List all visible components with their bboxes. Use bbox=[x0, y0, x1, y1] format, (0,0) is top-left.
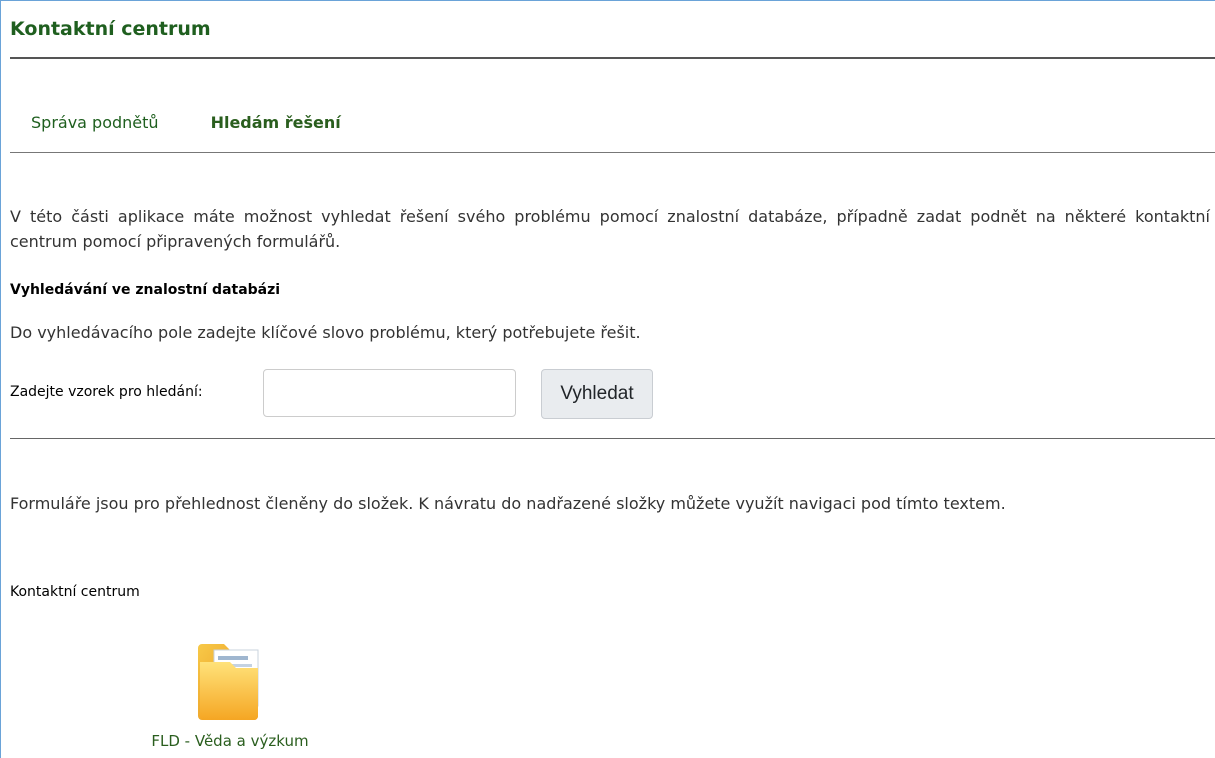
forms-description: Formuláře jsou pro přehlednost členěny d… bbox=[10, 494, 1006, 513]
search-divider bbox=[10, 438, 1215, 439]
search-button[interactable]: Vyhledat bbox=[541, 369, 653, 419]
search-label: Zadejte vzorek pro hledání: bbox=[10, 384, 203, 400]
page-title: Kontaktní centrum bbox=[10, 18, 211, 40]
breadcrumb[interactable]: Kontaktní centrum bbox=[10, 584, 140, 600]
folder-label: FLD - Věda a výzkum bbox=[151, 732, 309, 750]
search-input[interactable] bbox=[263, 369, 516, 417]
folder-icon bbox=[198, 644, 259, 720]
search-section-heading: Vyhledávání ve znalostní databázi bbox=[10, 282, 281, 298]
tab-sprava-podnetu[interactable]: Správa podnětů bbox=[31, 113, 159, 132]
intro-text: V této části aplikace máte možnost vyhle… bbox=[10, 207, 1210, 251]
tab-hledam-reseni[interactable]: Hledám řešení bbox=[211, 113, 341, 132]
folder-item[interactable]: FLD - Věda a výzkum bbox=[120, 638, 340, 750]
search-description: Do vyhledávacího pole zadejte klíčové sl… bbox=[10, 323, 641, 342]
nav-divider bbox=[10, 152, 1215, 153]
tab-nav: Správa podnětů Hledám řešení bbox=[31, 113, 341, 132]
title-divider bbox=[10, 57, 1215, 59]
